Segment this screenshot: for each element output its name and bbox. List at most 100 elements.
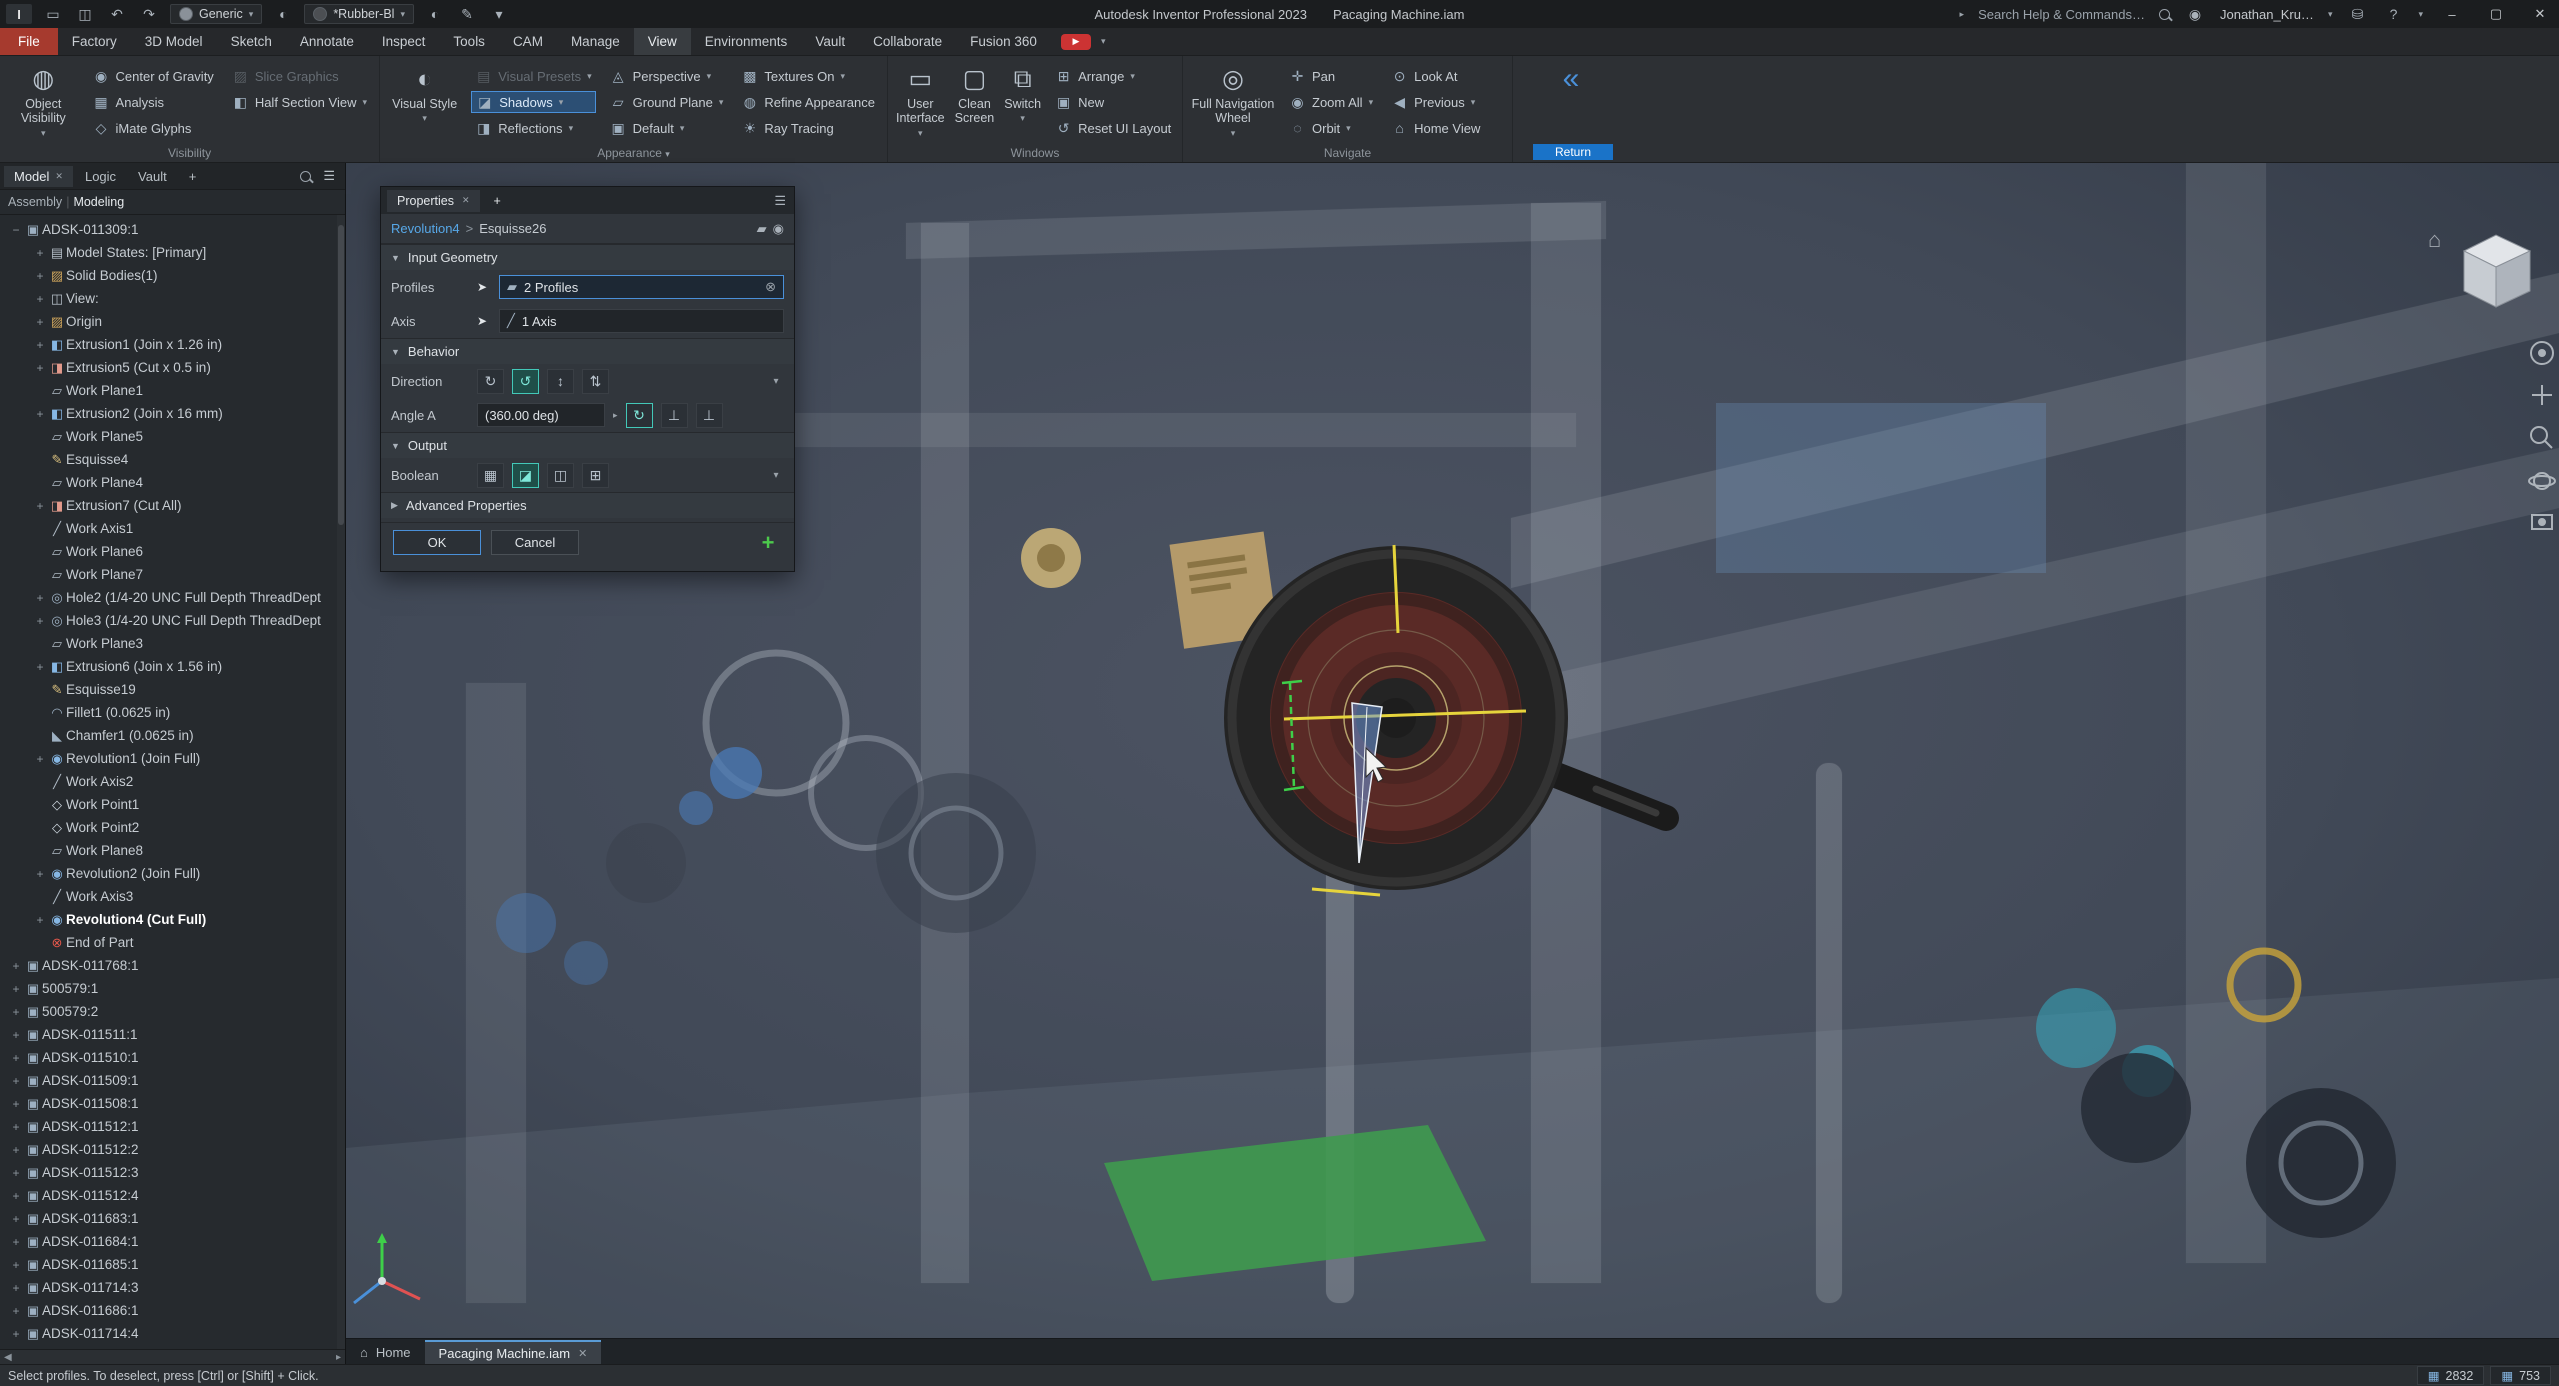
tree-item[interactable]: +◧Extrusion1 (Join x 1.26 in) — [0, 333, 345, 356]
doc-tab-close-icon[interactable]: ✕ — [578, 1347, 587, 1360]
tree-item[interactable]: +▣ADSK-011509:1 — [0, 1069, 345, 1092]
tree-item[interactable]: +▣ADSK-011511:1 — [0, 1023, 345, 1046]
cancel-button[interactable]: Cancel — [491, 530, 579, 555]
tree-item[interactable]: ▱Work Plane7 — [0, 563, 345, 586]
expand-toggle[interactable]: + — [32, 269, 48, 283]
tree-item[interactable]: ▱Work Plane6 — [0, 540, 345, 563]
properties-tab-close-icon[interactable]: ✕ — [462, 195, 470, 206]
tree-item[interactable]: ▱Work Plane3 — [0, 632, 345, 655]
expand-toggle[interactable]: + — [8, 959, 24, 973]
tree-item[interactable]: +▣ADSK-011683:1 — [0, 1207, 345, 1230]
store-cart-icon[interactable]: ⛁ — [2346, 4, 2368, 24]
zoom-all-button[interactable]: ◉ Zoom All ▾ — [1285, 91, 1377, 113]
measure-icon[interactable]: ✎ — [456, 4, 478, 24]
tree-item[interactable]: ╱Work Axis1 — [0, 517, 345, 540]
window-minimize-button[interactable]: – — [2437, 2, 2467, 26]
expand-toggle[interactable]: + — [8, 1051, 24, 1065]
undo-icon[interactable]: ↶ — [106, 4, 128, 24]
tree-item[interactable]: +◎Hole3 (1/4-20 UNC Full Depth ThreadDep… — [0, 609, 345, 632]
expand-toggle[interactable]: + — [8, 1327, 24, 1341]
tree-item[interactable]: ╱Work Axis3 — [0, 885, 345, 908]
expand-toggle[interactable]: + — [8, 1235, 24, 1249]
expand-toggle[interactable]: + — [8, 1304, 24, 1318]
expand-toggle[interactable]: + — [32, 660, 48, 674]
ribbon-tab-factory[interactable]: Factory — [58, 28, 131, 55]
ribbon-tab-view[interactable]: View — [634, 28, 691, 55]
expand-toggle[interactable]: + — [32, 867, 48, 881]
expand-toggle[interactable]: + — [32, 407, 48, 421]
tree-item[interactable]: ▱Work Plane1 — [0, 379, 345, 402]
direction-dropdown-icon[interactable]: ▾ — [768, 376, 784, 387]
section-behavior[interactable]: ▼ Behavior — [381, 338, 794, 364]
profiles-input[interactable]: ▰ 2 Profiles ⊗ — [499, 275, 784, 299]
select-axis-icon[interactable]: ➤ — [477, 314, 491, 328]
breadcrumb-feature-link[interactable]: Revolution4 — [391, 221, 460, 236]
help-caret-icon[interactable]: ▾ — [2418, 9, 2423, 20]
select-profiles-icon[interactable]: ➤ — [477, 280, 491, 294]
tree-item[interactable]: ✎Esquisse19 — [0, 678, 345, 701]
expand-toggle[interactable]: + — [32, 338, 48, 352]
save-icon[interactable]: ◫ — [74, 4, 96, 24]
expand-toggle[interactable]: + — [8, 1120, 24, 1134]
tree-item[interactable]: +▤Model States: [Primary] — [0, 241, 345, 264]
tree-item[interactable]: +◧Extrusion6 (Join x 1.56 in) — [0, 655, 345, 678]
ribbon-tab-vault[interactable]: Vault — [801, 28, 859, 55]
tree-item[interactable]: +▣ADSK-011512:4 — [0, 1184, 345, 1207]
expand-toggle[interactable]: + — [32, 292, 48, 306]
expand-toggle[interactable]: + — [8, 1005, 24, 1019]
switch-windows-button[interactable]: ⧉ Switch ▾ — [1004, 61, 1041, 144]
tree-vertical-scrollbar[interactable] — [337, 215, 345, 1349]
signed-in-user[interactable]: Jonathan_Kru… — [2220, 7, 2314, 22]
tree-item[interactable]: +◨Extrusion5 (Cut x 0.5 in) — [0, 356, 345, 379]
clear-selection-icon[interactable]: ⊗ — [765, 279, 776, 295]
expand-toggle[interactable]: + — [32, 752, 48, 766]
user-avatar-icon[interactable]: ◉ — [2184, 4, 2206, 24]
ground-plane-button[interactable]: ▱ Ground Plane ▾ — [606, 91, 728, 113]
ribbon-tab-file[interactable]: File — [0, 28, 58, 55]
default-lighting-button[interactable]: ▣ Default ▾ — [606, 117, 728, 139]
expand-toggle[interactable]: + — [32, 913, 48, 927]
tree-item[interactable]: +◫View: — [0, 287, 345, 310]
tree-item[interactable]: +▣500579:2 — [0, 1000, 345, 1023]
textures-on-button[interactable]: ▩ Textures On ▾ — [737, 65, 879, 87]
tree-item[interactable]: +◉Revolution4 (Cut Full) — [0, 908, 345, 931]
boolean-intersect-button[interactable]: ◫ — [547, 463, 574, 488]
tree-item[interactable]: +▣ADSK-011512:3 — [0, 1161, 345, 1184]
subtab-assembly[interactable]: Assembly — [8, 195, 62, 209]
tree-item[interactable]: +▣ADSK-011512:2 — [0, 1138, 345, 1161]
viewcube-home-icon[interactable]: ⌂ — [2428, 227, 2441, 252]
imate-glyphs-button[interactable]: ◇ iMate Glyphs — [89, 117, 218, 139]
tree-item[interactable]: ▱Work Plane8 — [0, 839, 345, 862]
tree-item[interactable]: +◨Extrusion7 (Cut All) — [0, 494, 345, 517]
section-input-geometry[interactable]: ▼ Input Geometry — [381, 244, 794, 270]
tree-item[interactable]: +▨Solid Bodies(1) — [0, 264, 345, 287]
ok-button[interactable]: OK — [393, 530, 481, 555]
ribbon-options-caret-icon[interactable]: ▾ — [1101, 36, 1106, 47]
properties-menu-icon[interactable]: ☰ — [774, 193, 794, 209]
ribbon-tab-cam[interactable]: CAM — [499, 28, 557, 55]
properties-add-tab-button[interactable]: + — [484, 190, 511, 212]
section-output[interactable]: ▼ Output — [381, 432, 794, 458]
ribbon-tab-3d-model[interactable]: 3D Model — [131, 28, 217, 55]
tree-item[interactable]: +▣ADSK-011685:1 — [0, 1253, 345, 1276]
direction-default-button[interactable]: ↻ — [477, 369, 504, 394]
orbit-button[interactable]: ◌ Orbit ▾ — [1285, 117, 1377, 139]
tree-item[interactable]: +▣500579:1 — [0, 977, 345, 1000]
expand-toggle[interactable]: + — [8, 1212, 24, 1226]
expand-toggle[interactable]: + — [8, 1143, 24, 1157]
refine-appearance-button[interactable]: ◍ Refine Appearance — [737, 91, 879, 113]
expand-toggle[interactable]: + — [8, 1258, 24, 1272]
look-at-button[interactable]: ⊙ Look At — [1387, 65, 1484, 87]
browser-tab-vault[interactable]: Vault — [128, 166, 177, 187]
new-window-button[interactable]: ▣ New — [1051, 91, 1175, 113]
tree-item[interactable]: +▨Origin — [0, 310, 345, 333]
reset-ui-layout-button[interactable]: ↺ Reset UI Layout — [1051, 117, 1175, 139]
expand-toggle[interactable]: + — [32, 499, 48, 513]
browser-search-icon[interactable] — [300, 171, 311, 182]
boolean-new-solid-button[interactable]: ⊞ — [582, 463, 609, 488]
angle-rotate-direction-button[interactable]: ↻ — [626, 403, 653, 428]
tree-item[interactable]: ◣Chamfer1 (0.0625 in) — [0, 724, 345, 747]
direction-flipped-button[interactable]: ↺ — [512, 369, 539, 394]
tree-item[interactable]: ◇Work Point1 — [0, 793, 345, 816]
tree-item[interactable]: +◧Extrusion2 (Join x 16 mm) — [0, 402, 345, 425]
